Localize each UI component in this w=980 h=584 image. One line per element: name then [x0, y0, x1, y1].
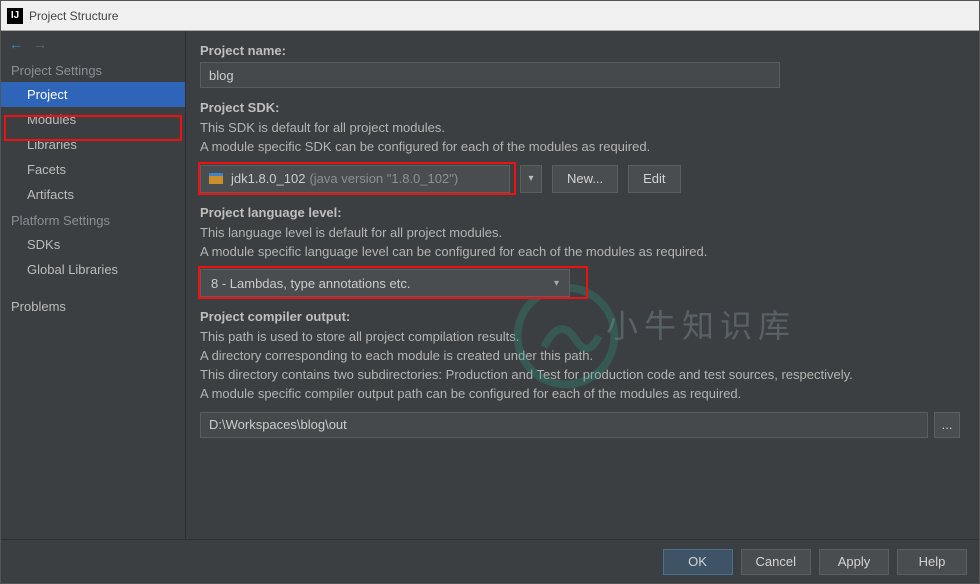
sdk-edit-button[interactable]: Edit: [628, 165, 680, 193]
dialog-footer: OK Cancel Apply Help: [1, 539, 979, 583]
sidebar-item-facets[interactable]: Facets: [1, 157, 185, 182]
sidebar: ← → Project Settings Project Modules Lib…: [1, 31, 186, 539]
out-desc-2: A directory corresponding to each module…: [200, 347, 965, 366]
section-project-settings: Project Settings: [1, 57, 185, 82]
project-sdk-label: Project SDK:: [200, 100, 965, 115]
compiler-out-label: Project compiler output:: [200, 309, 965, 324]
app-logo-icon: IJ: [7, 8, 23, 24]
lang-desc-2: A module specific language level can be …: [200, 243, 965, 262]
sdk-value: jdk1.8.0_102: [231, 171, 305, 186]
body: ← → Project Settings Project Modules Lib…: [1, 31, 979, 539]
ok-button[interactable]: OK: [663, 549, 733, 575]
browse-output-button[interactable]: ...: [934, 412, 960, 438]
forward-arrow-icon[interactable]: →: [33, 36, 47, 52]
out-desc-1: This path is used to store all project c…: [200, 328, 965, 347]
back-arrow-icon[interactable]: ←: [9, 36, 23, 52]
out-desc-4: A module specific compiler output path c…: [200, 385, 965, 404]
sdk-dropdown-button[interactable]: ▾: [520, 165, 542, 193]
out-desc-3: This directory contains two subdirectori…: [200, 366, 965, 385]
project-sdk-select[interactable]: jdk1.8.0_102 (java version "1.8.0_102"): [200, 165, 510, 193]
project-structure-window: IJ Project Structure ← → Project Setting…: [0, 0, 980, 584]
lang-level-label: Project language level:: [200, 205, 965, 220]
section-platform-settings: Platform Settings: [1, 207, 185, 232]
project-name-input[interactable]: [200, 62, 780, 88]
sidebar-item-artifacts[interactable]: Artifacts: [1, 182, 185, 207]
project-name-label: Project name:: [200, 43, 965, 58]
sidebar-item-libraries[interactable]: Libraries: [1, 132, 185, 157]
compiler-output-input[interactable]: [200, 412, 928, 438]
sidebar-item-modules[interactable]: Modules: [1, 107, 185, 132]
sidebar-item-problems[interactable]: Problems: [1, 294, 185, 319]
chevron-down-icon: ▾: [554, 278, 559, 289]
content-panel: 小牛知识库 Project name: Project SDK: This SD…: [186, 31, 979, 539]
cancel-button[interactable]: Cancel: [741, 549, 811, 575]
sidebar-item-sdks[interactable]: SDKs: [1, 232, 185, 257]
sdk-desc-2: A module specific SDK can be configured …: [200, 138, 965, 157]
jdk-folder-icon: [209, 173, 223, 184]
sidebar-item-project[interactable]: Project: [1, 82, 185, 107]
window-title: Project Structure: [29, 9, 118, 23]
language-level-select[interactable]: 8 - Lambdas, type annotations etc. ▾: [200, 269, 570, 297]
titlebar: IJ Project Structure: [1, 1, 979, 31]
sdk-new-button[interactable]: New...: [552, 165, 618, 193]
nav-arrows: ← →: [1, 31, 185, 57]
sdk-desc-1: This SDK is default for all project modu…: [200, 119, 965, 138]
sdk-version: (java version "1.8.0_102"): [309, 171, 458, 186]
sidebar-item-global-libraries[interactable]: Global Libraries: [1, 257, 185, 282]
help-button[interactable]: Help: [897, 549, 967, 575]
apply-button[interactable]: Apply: [819, 549, 889, 575]
lang-desc-1: This language level is default for all p…: [200, 224, 965, 243]
lang-value: 8 - Lambdas, type annotations etc.: [211, 276, 410, 291]
